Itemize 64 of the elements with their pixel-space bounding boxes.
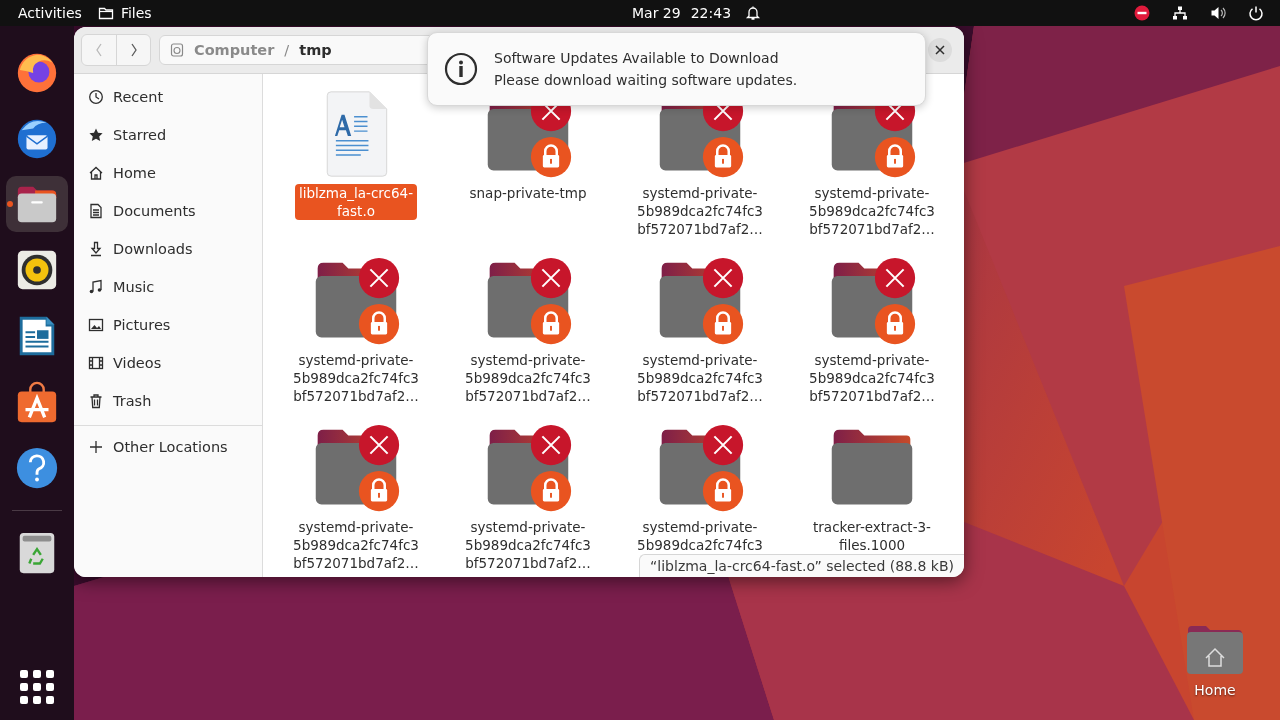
- app-menu[interactable]: Files: [89, 0, 160, 26]
- file-name: systemd-private- 5b989dca2fc74fc3 bf572071bd7af2…: [464, 518, 592, 572]
- document-icon: [88, 203, 104, 219]
- path-crumb[interactable]: tmp: [299, 42, 332, 58]
- file-item[interactable]: systemd-private- 5b989dca2fc74fc3 bf572071bd7af2…: [270, 422, 442, 572]
- file-item[interactable]: tracker-extract-3- files.1000: [786, 422, 958, 554]
- notification[interactable]: Software Updates Available to Download Please download waiting software updates.: [427, 32, 926, 106]
- file-item[interactable]: systemd-private- 5b989dca2fc74fc3 bf572071bd7af2…: [442, 422, 614, 572]
- sidebar-item[interactable]: Other Locations: [74, 428, 262, 466]
- file-item[interactable]: systemd-private- 5b989dca2fc74fc3: [614, 422, 786, 554]
- notification-body: Please download waiting software updates.: [494, 72, 798, 88]
- sidebar-item[interactable]: Documents: [74, 192, 262, 230]
- status-bar: “liblzma_la-crc64-fast.o” selected (88.8 kB): [639, 554, 964, 577]
- chevron-left-icon: [94, 43, 104, 57]
- file-name: systemd-private- 5b989dca2fc74fc3: [636, 518, 764, 554]
- sidebar-item[interactable]: Trash: [74, 382, 262, 420]
- sidebar-item[interactable]: Home: [74, 154, 262, 192]
- file-name: tracker-extract-3- files.1000: [812, 518, 932, 554]
- drive-icon: [170, 43, 184, 57]
- dock-item[interactable]: [6, 176, 68, 232]
- file-name: snap-private-tmp: [468, 184, 588, 202]
- bell-icon[interactable]: [745, 5, 762, 21]
- trash-icon: [88, 393, 104, 409]
- close-button[interactable]: [928, 38, 952, 62]
- film-icon: [88, 355, 104, 371]
- do-not-disturb-icon[interactable]: [1134, 5, 1150, 21]
- volume-icon[interactable]: [1210, 5, 1226, 21]
- path-separator: /: [284, 42, 290, 58]
- file-name: systemd-private- 5b989dca2fc74fc3 bf572071bd7af2…: [808, 184, 936, 238]
- file-item[interactable]: systemd-private- 5b989dca2fc74fc3 bf572071bd7af2…: [270, 255, 442, 405]
- sidebar-item[interactable]: Music: [74, 268, 262, 306]
- file-name: liblzma_la-crc64- fast.o: [294, 184, 418, 220]
- date[interactable]: Mar 29: [632, 5, 681, 21]
- picture-icon: [88, 317, 104, 333]
- file-name: systemd-private- 5b989dca2fc74fc3 bf572071bd7af2…: [292, 351, 420, 405]
- file-name: systemd-private- 5b989dca2fc74fc3 bf572071bd7af2…: [636, 184, 764, 238]
- folder-icon: [97, 5, 114, 21]
- sidebar-item[interactable]: Pictures: [74, 306, 262, 344]
- close-icon: [935, 45, 945, 55]
- sidebar-item[interactable]: Downloads: [74, 230, 262, 268]
- clock[interactable]: 22:43: [690, 5, 732, 21]
- help-icon[interactable]: [14, 445, 60, 491]
- home-icon: [88, 165, 104, 181]
- app-grid-icon[interactable]: [20, 670, 54, 704]
- activities-button[interactable]: Activities: [10, 0, 90, 26]
- sidebar-item[interactable]: Recent: [74, 78, 262, 116]
- file-name: systemd-private- 5b989dca2fc74fc3 bf572071bd7af2…: [464, 351, 592, 405]
- star-icon: [88, 127, 104, 143]
- clock-icon: [88, 89, 104, 105]
- sidebar-item[interactable]: Starred: [74, 116, 262, 154]
- sidebar-item[interactable]: Videos: [74, 344, 262, 382]
- file-name: systemd-private- 5b989dca2fc74fc3 bf572071bd7af2…: [808, 351, 936, 405]
- music-note-icon: [88, 279, 104, 295]
- file-name: systemd-private- 5b989dca2fc74fc3 bf572071bd7af2…: [292, 518, 420, 572]
- network-icon[interactable]: [1172, 5, 1188, 21]
- file-item[interactable]: systemd-private- 5b989dca2fc74fc3 bf572071bd7af2…: [786, 255, 958, 405]
- download-icon: [88, 241, 104, 257]
- info-icon: [444, 52, 478, 86]
- power-icon[interactable]: [1248, 5, 1264, 21]
- file-name: systemd-private- 5b989dca2fc74fc3 bf572071bd7af2…: [636, 351, 764, 405]
- plus-icon: [88, 439, 104, 455]
- file-item[interactable]: systemd-private- 5b989dca2fc74fc3 bf572071bd7af2…: [614, 255, 786, 405]
- notification-title: Software Updates Available to Download: [494, 50, 780, 66]
- file-item[interactable]: systemd-private- 5b989dca2fc74fc3 bf572071bd7af2…: [442, 255, 614, 405]
